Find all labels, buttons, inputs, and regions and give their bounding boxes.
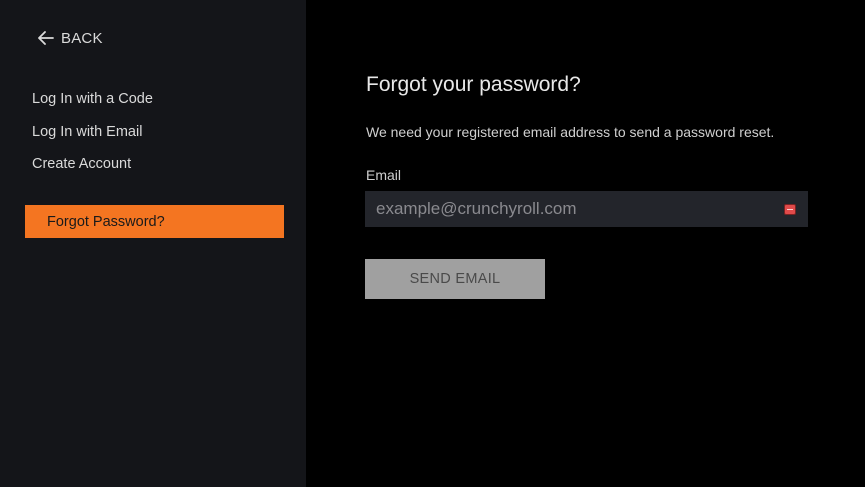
send-email-button[interactable]: SEND EMAIL (365, 259, 545, 299)
back-label: BACK (61, 29, 103, 47)
main-content: Forgot your password? We need your regis… (306, 0, 865, 487)
email-label: Email (366, 167, 402, 183)
sidebar-item-login-email[interactable]: Log In with Email (32, 123, 142, 141)
page-title: Forgot your password? (366, 73, 581, 96)
email-input[interactable] (365, 191, 808, 227)
page-description: We need your registered email address to… (366, 124, 775, 140)
password-manager-icon[interactable] (785, 205, 795, 214)
sidebar: BACK Log In with a Code Log In with Emai… (0, 0, 306, 487)
sidebar-item-create-account[interactable]: Create Account (32, 155, 131, 173)
email-field-container (365, 191, 808, 227)
arrow-left-icon (38, 31, 54, 45)
sidebar-item-login-code[interactable]: Log In with a Code (32, 90, 153, 108)
sidebar-item-label: Forgot Password? (47, 214, 165, 230)
back-button[interactable]: BACK (38, 27, 103, 49)
app-window: BACK Log In with a Code Log In with Emai… (0, 0, 865, 487)
sidebar-item-forgot-password[interactable]: Forgot Password? (25, 205, 284, 238)
